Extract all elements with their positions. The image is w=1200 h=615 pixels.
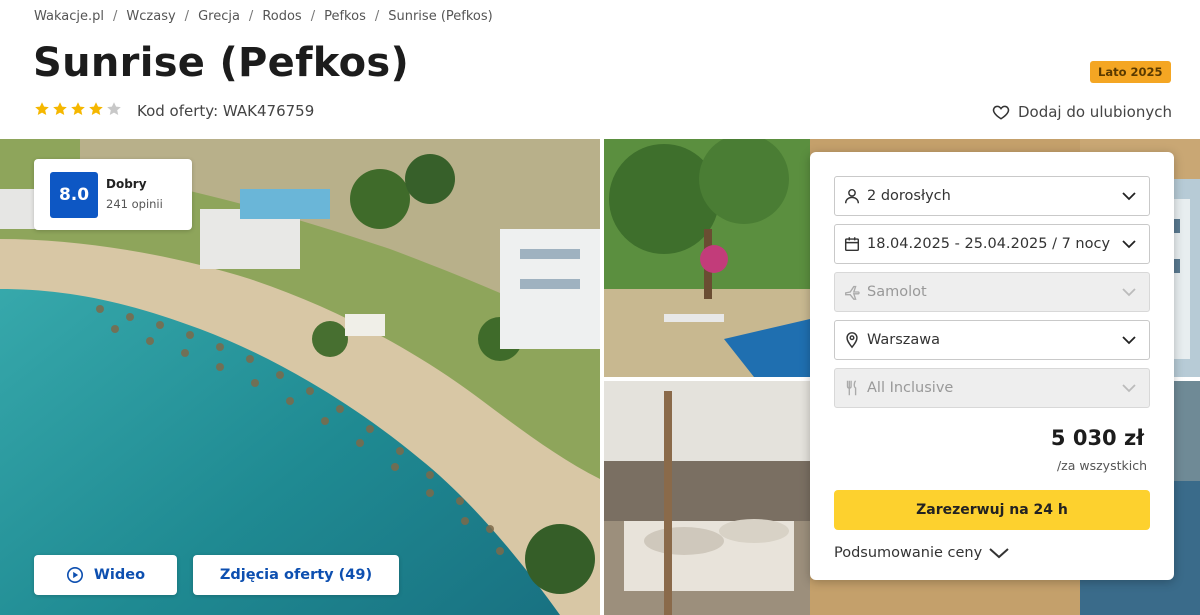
board-value: All Inclusive [867, 380, 954, 396]
chevron-down-icon [1122, 240, 1136, 249]
star-filled-icon [53, 102, 67, 115]
location-pin-icon [846, 332, 858, 349]
star-filled-icon [35, 102, 49, 115]
chevron-down-icon [989, 548, 1009, 559]
dates-value: 18.04.2025 - 25.04.2025 / 7 nocy [867, 236, 1111, 252]
breadcrumb-separator: / [310, 9, 316, 24]
rating-score: 8.0 [50, 172, 98, 218]
cutlery-icon [846, 380, 857, 396]
departure-select[interactable]: Warszawa [834, 320, 1150, 360]
book-button[interactable]: Zarezerwuj na 24 h [834, 490, 1150, 530]
price-summary-toggle[interactable]: Podsumowanie ceny [834, 545, 1010, 561]
offer-code: Kod oferty: WAK476759 [137, 102, 315, 120]
calendar-icon [844, 237, 860, 252]
photo-garden-pool[interactable] [604, 139, 810, 377]
rating-card[interactable]: 8.0 Dobry 241 opinii [34, 159, 192, 230]
airplane-icon [845, 285, 860, 300]
star-empty-icon [107, 102, 121, 115]
breadcrumb-item-home[interactable]: Wakacje.pl [34, 9, 104, 24]
breadcrumb-item-region[interactable]: Rodos [262, 9, 301, 24]
photos-button-label: Zdjęcia oferty (49) [219, 567, 373, 583]
star-filled-icon [71, 102, 85, 115]
play-icon [66, 566, 83, 584]
video-button-label: Wideo [93, 567, 146, 583]
breadcrumb-item-wczasy[interactable]: Wczasy [126, 9, 175, 24]
breadcrumb-item-city[interactable]: Pefkos [324, 9, 366, 24]
breadcrumb-separator: / [113, 9, 118, 24]
star-filled-icon [89, 102, 103, 115]
chevron-down-icon [1122, 192, 1136, 201]
hotel-title: Sunrise (Pefkos) [33, 40, 410, 86]
departure-value: Warszawa [867, 332, 941, 348]
photos-button[interactable]: Zdjęcia oferty (49) [193, 555, 399, 595]
photo-lounge-beds[interactable] [604, 381, 810, 615]
breadcrumb-separator: / [248, 9, 254, 24]
breadcrumb-separator: / [374, 9, 380, 24]
guests-select[interactable]: 2 dorosłych [834, 176, 1150, 216]
breadcrumb: Wakacje.pl / Wczasy / Grecja / Rodos / P… [34, 9, 493, 24]
breadcrumb-item-current: Sunrise (Pefkos) [388, 9, 493, 24]
heart-icon [992, 105, 1010, 120]
season-badge: Lato 2025 [1090, 61, 1171, 83]
add-to-favorites-label: Dodaj do ulubionych [1017, 103, 1172, 121]
person-icon [844, 188, 860, 204]
dates-select[interactable]: 18.04.2025 - 25.04.2025 / 7 nocy [834, 224, 1150, 264]
chevron-down-icon [1122, 288, 1136, 297]
breadcrumb-item-country[interactable]: Grecja [198, 9, 240, 24]
hotel-stars [34, 101, 122, 117]
price-note: /za wszystkich [1056, 458, 1147, 473]
breadcrumb-separator: / [184, 9, 190, 24]
transport-value: Samolot [867, 284, 927, 300]
chevron-down-icon [1122, 336, 1136, 345]
board-select: All Inclusive [834, 368, 1150, 408]
video-button[interactable]: Wideo [34, 555, 177, 595]
guests-value: 2 dorosłych [867, 188, 951, 204]
rating-label: Dobry [106, 177, 147, 191]
price-total: 5 030 zł [1050, 426, 1144, 450]
chevron-down-icon [1122, 384, 1136, 393]
price-summary-label: Podsumowanie ceny [834, 545, 983, 561]
review-count[interactable]: 241 opinii [106, 197, 163, 211]
transport-select: Samolot [834, 272, 1150, 312]
booking-panel: 2 dorosłych 18.04.2025 - 25.04.2025 / 7 … [810, 152, 1174, 580]
add-to-favorites-button[interactable]: Dodaj do ulubionych [992, 103, 1172, 121]
